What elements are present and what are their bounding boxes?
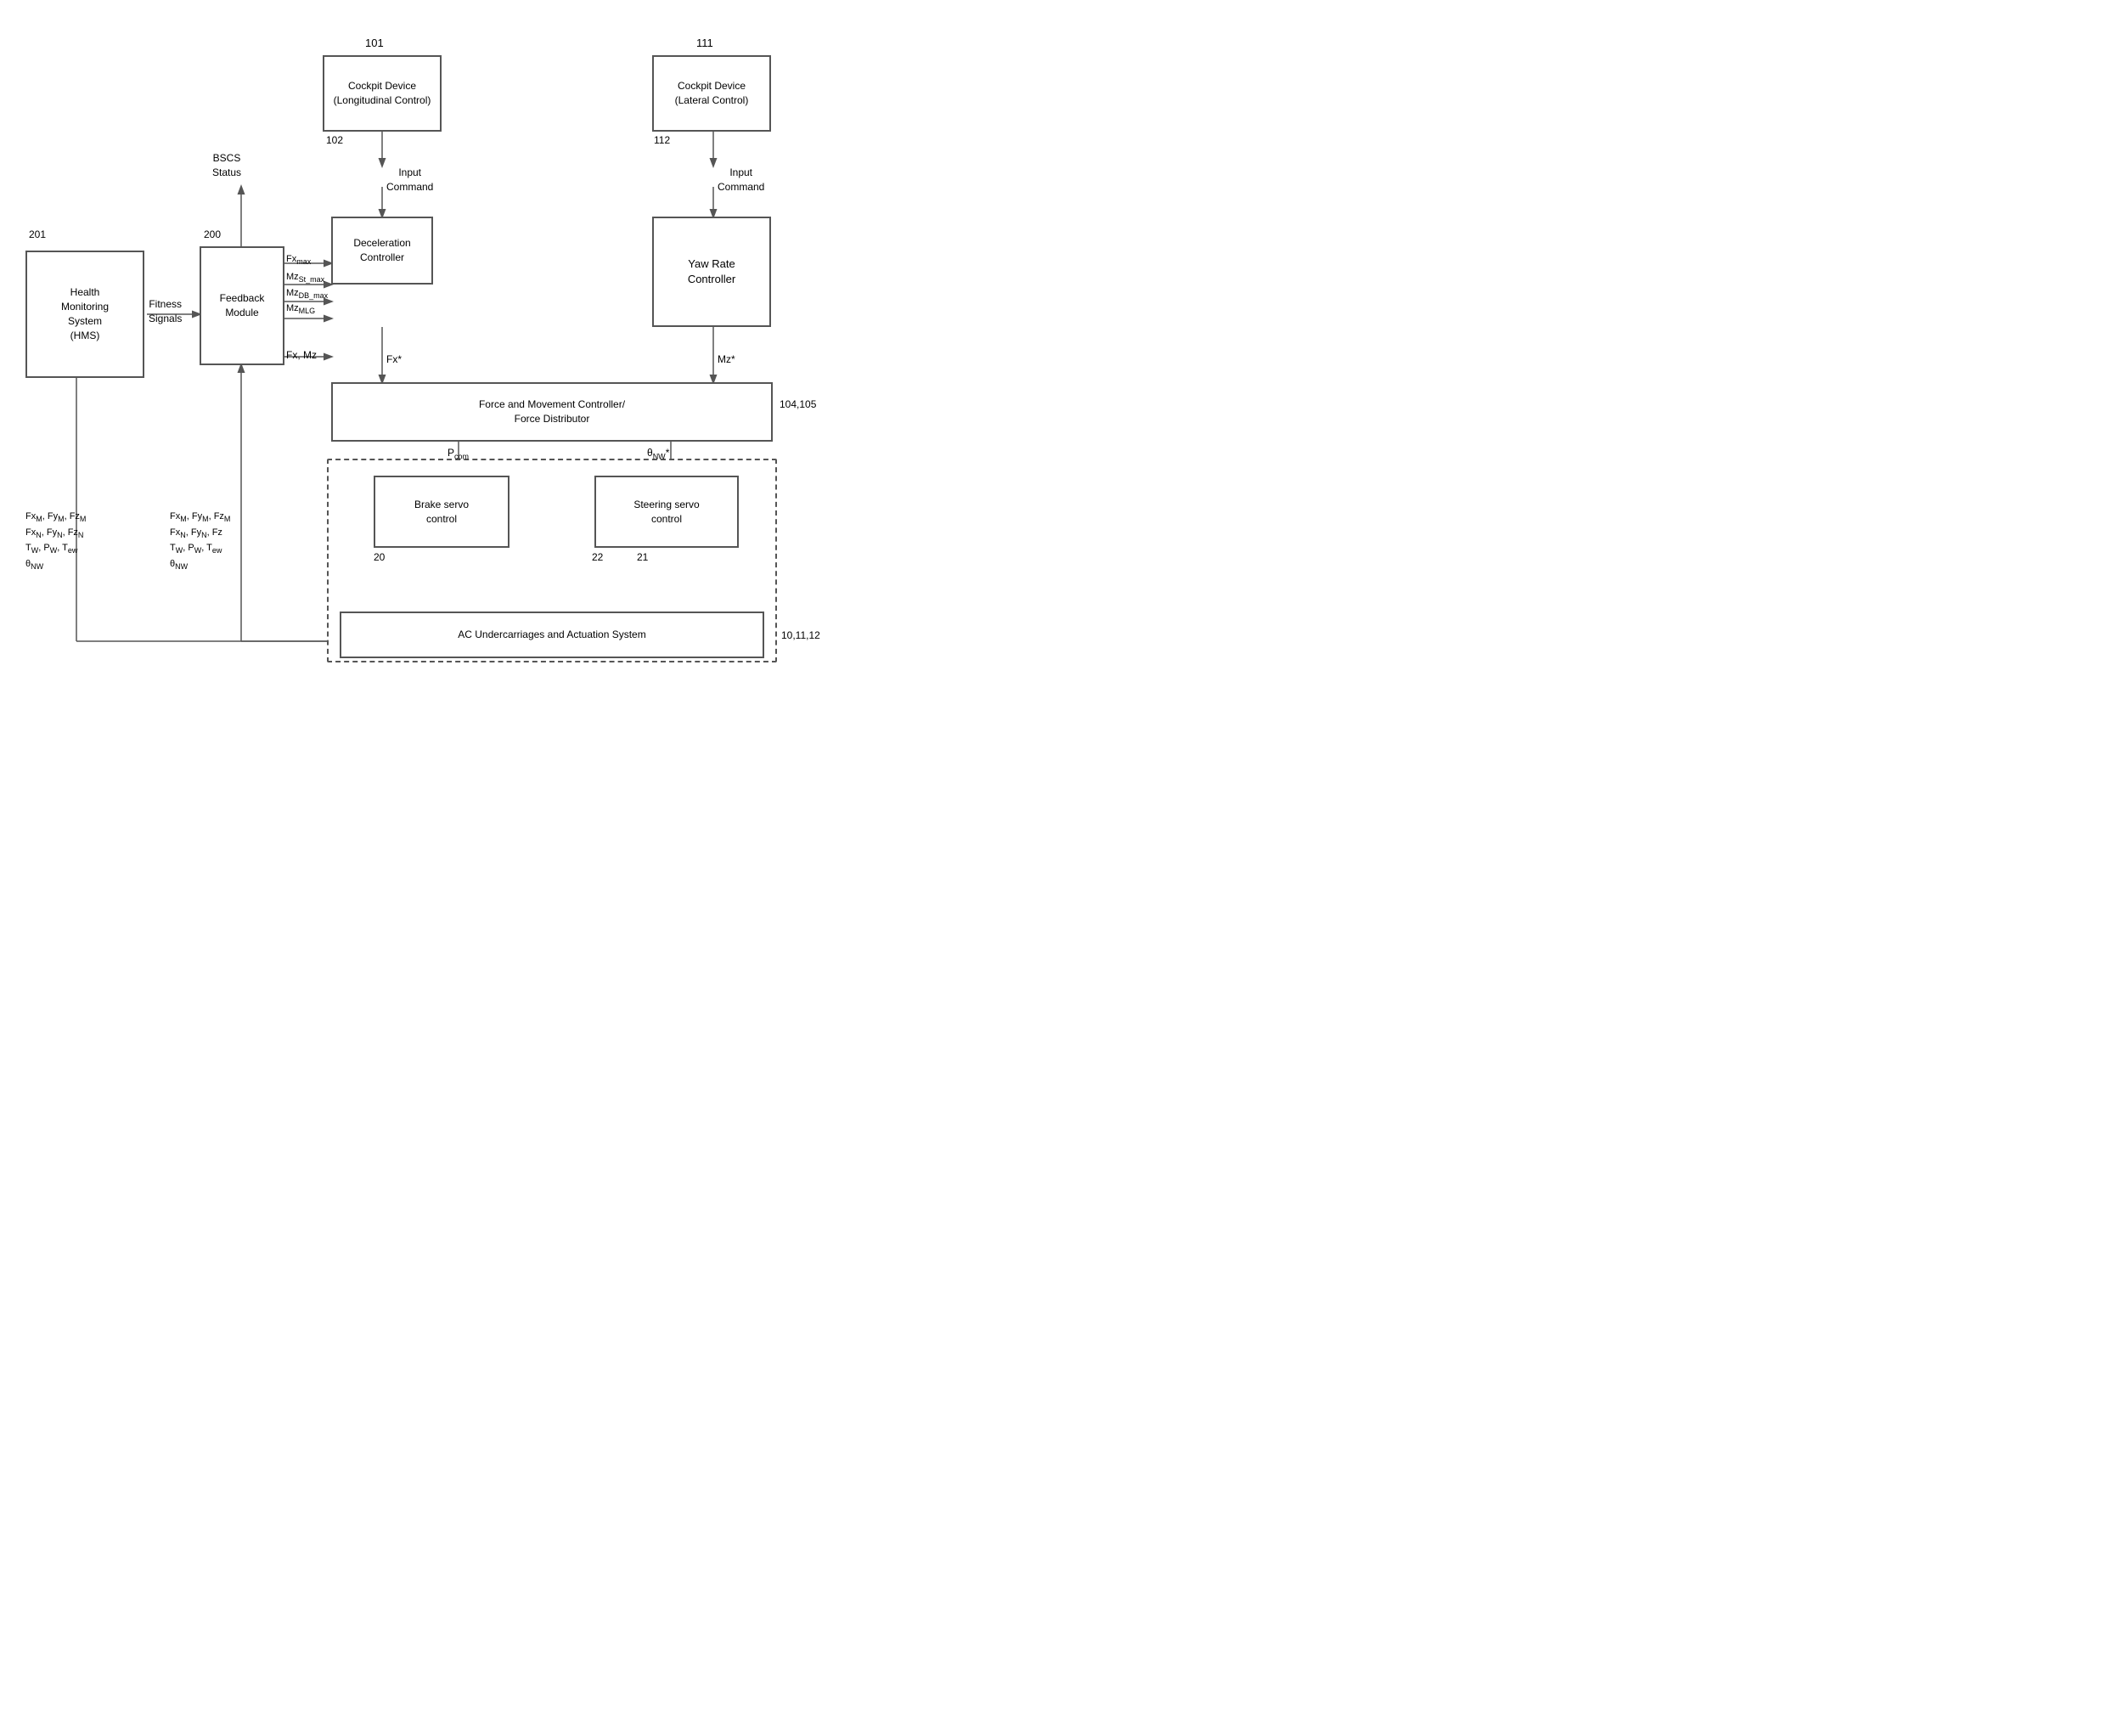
ref-200: 200 bbox=[204, 228, 221, 242]
ref-104-105: 104,105 bbox=[780, 397, 816, 412]
brake-servo-box: Brake servocontrol bbox=[374, 476, 509, 548]
cockpit-longitudinal-box: Cockpit Device (Longitudinal Control) bbox=[323, 55, 442, 132]
ac-undercarriages-box: AC Undercarriages and Actuation System bbox=[340, 612, 764, 658]
feedback-label: FeedbackModule bbox=[220, 291, 265, 320]
mz-signals-label: MzSt_maxMzDB_maxMzMLG bbox=[286, 270, 328, 318]
yaw-controller-box: Yaw RateController bbox=[652, 217, 771, 327]
force-dist-label: Force and Movement Controller/Force Dist… bbox=[479, 397, 625, 426]
p-com-label: Pcom bbox=[448, 446, 469, 462]
fx-max-label: Fxmax bbox=[286, 253, 311, 268]
ref-102: 102 bbox=[326, 133, 343, 148]
diagram: Cockpit Device (Longitudinal Control) Co… bbox=[0, 0, 1064, 868]
force-distributor-box: Force and Movement Controller/Force Dist… bbox=[331, 382, 773, 442]
brake-servo-label: Brake servocontrol bbox=[414, 498, 469, 527]
ac-under-label: AC Undercarriages and Actuation System bbox=[458, 628, 645, 642]
ref-10-11-12: 10,11,12 bbox=[781, 628, 820, 643]
decel-label: DecelerationController bbox=[353, 236, 410, 265]
ref-112: 112 bbox=[654, 133, 670, 148]
input-cmd-lat-label: InputCommand bbox=[718, 166, 764, 194]
left-signals-label: FxM, FyM, FzM FxN, FyN, FzN TW, PW, Tew … bbox=[25, 510, 86, 572]
bscs-status-label: BSCSStatus bbox=[212, 151, 241, 180]
ref-201: 201 bbox=[29, 228, 46, 242]
cockpit-lateral-box: Cockpit Device (Lateral Control) bbox=[652, 55, 771, 132]
ref-21: 21 bbox=[637, 550, 648, 565]
fx-mz-label: Fx, Mz bbox=[286, 348, 317, 363]
cockpit-long-label: Cockpit Device (Longitudinal Control) bbox=[329, 79, 435, 108]
decel-controller-box: DecelerationController bbox=[331, 217, 433, 285]
hms-label: HealthMonitoringSystem(HMS) bbox=[61, 285, 109, 342]
mz-star-label: Mz* bbox=[718, 352, 735, 367]
ref-101: 101 bbox=[365, 36, 384, 51]
theta-nw-star-label: θNW* bbox=[647, 446, 669, 462]
cockpit-lat-label: Cockpit Device (Lateral Control) bbox=[659, 79, 764, 108]
ref-111: 111 bbox=[696, 36, 713, 51]
ref-20: 20 bbox=[374, 550, 385, 565]
input-cmd-long-label: InputCommand bbox=[386, 166, 433, 194]
fx-star-label: Fx* bbox=[386, 352, 402, 367]
ref-22: 22 bbox=[592, 550, 603, 565]
steering-servo-label: Steering servocontrol bbox=[633, 498, 699, 527]
hms-box: HealthMonitoringSystem(HMS) bbox=[25, 251, 144, 378]
steering-servo-box: Steering servocontrol bbox=[594, 476, 739, 548]
fitness-signals-label: FitnessSignals bbox=[149, 297, 182, 326]
right-signals-label: FxM, FyM, FzM FxN, FyN, Fz TW, PW, Tew θ… bbox=[170, 510, 230, 572]
feedback-module-box: FeedbackModule bbox=[200, 246, 284, 365]
yaw-label: Yaw RateController bbox=[688, 256, 735, 287]
